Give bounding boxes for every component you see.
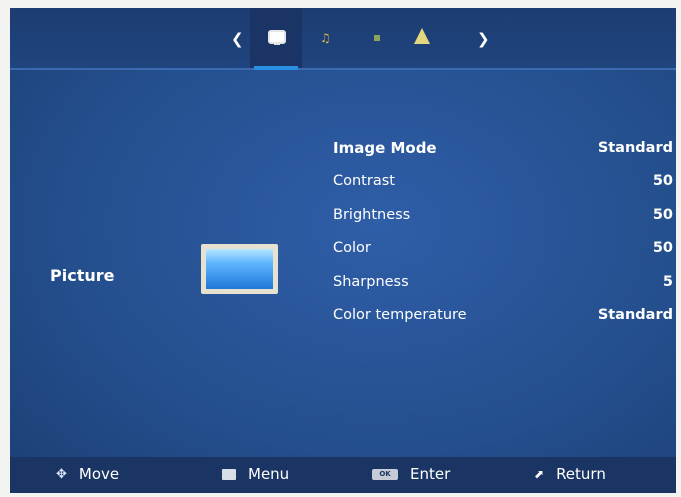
- setting-label: Sharpness: [333, 273, 409, 290]
- hint-move-label: Move: [78, 465, 120, 483]
- setting-value: 50: [652, 173, 673, 190]
- hint-enter-label: Enter: [410, 465, 451, 483]
- setting-value: 50: [652, 240, 673, 257]
- ok-key-icon: OK: [372, 468, 398, 480]
- menu-key-icon: [222, 468, 236, 480]
- music-note-icon[interactable]: ♫: [320, 31, 331, 45]
- setting-value: Standard: [597, 307, 673, 324]
- setting-label: Contrast: [333, 173, 395, 190]
- chevron-right-icon[interactable]: ❯: [477, 30, 490, 48]
- setting-sharpness[interactable]: Sharpness 5: [333, 265, 673, 299]
- setting-brightness[interactable]: Brightness 50: [333, 198, 673, 232]
- square-icon[interactable]: [374, 35, 380, 41]
- setting-label: Color temperature: [333, 307, 467, 324]
- hint-menu: Menu: [222, 465, 289, 483]
- tab-picture[interactable]: [250, 8, 302, 70]
- setting-label: Brightness: [333, 206, 411, 223]
- hint-return: ⬈ Return: [534, 465, 606, 483]
- tv-screen: ❮ ♫ ❯ Picture Image Mode Standard Contra…: [10, 8, 676, 493]
- settings-list: Image Mode Standard Contrast 50 Brightne…: [333, 131, 673, 332]
- move-arrows-icon: ✥: [56, 466, 67, 482]
- tv-icon: [268, 30, 286, 45]
- hint-menu-label: Menu: [248, 465, 290, 483]
- top-tab-bar: ❮ ♫ ❯: [10, 8, 676, 70]
- bottom-hint-bar: ✥ Move Menu OK Enter ⬈ Return: [10, 457, 676, 493]
- picture-preview-icon: [201, 244, 278, 294]
- setting-value: 50: [652, 206, 673, 223]
- setting-label: Image Mode: [333, 138, 437, 157]
- return-arrow-icon: ⬈: [534, 467, 545, 481]
- setting-color[interactable]: Color 50: [333, 232, 673, 266]
- bell-icon[interactable]: [414, 28, 430, 44]
- hint-return-label: Return: [556, 465, 606, 483]
- setting-label: Color: [333, 240, 371, 257]
- setting-image-mode[interactable]: Image Mode Standard: [333, 131, 673, 165]
- setting-color-temperature[interactable]: Color temperature Standard: [333, 299, 673, 333]
- setting-value: Standard: [597, 139, 673, 156]
- section-label: Picture: [50, 266, 115, 285]
- setting-value: 5: [662, 273, 673, 290]
- hint-enter: OK Enter: [372, 465, 450, 483]
- chevron-left-icon[interactable]: ❮: [231, 30, 244, 48]
- hint-move: ✥ Move: [56, 465, 119, 483]
- setting-contrast[interactable]: Contrast 50: [333, 165, 673, 199]
- tab-selected-indicator: [254, 66, 298, 70]
